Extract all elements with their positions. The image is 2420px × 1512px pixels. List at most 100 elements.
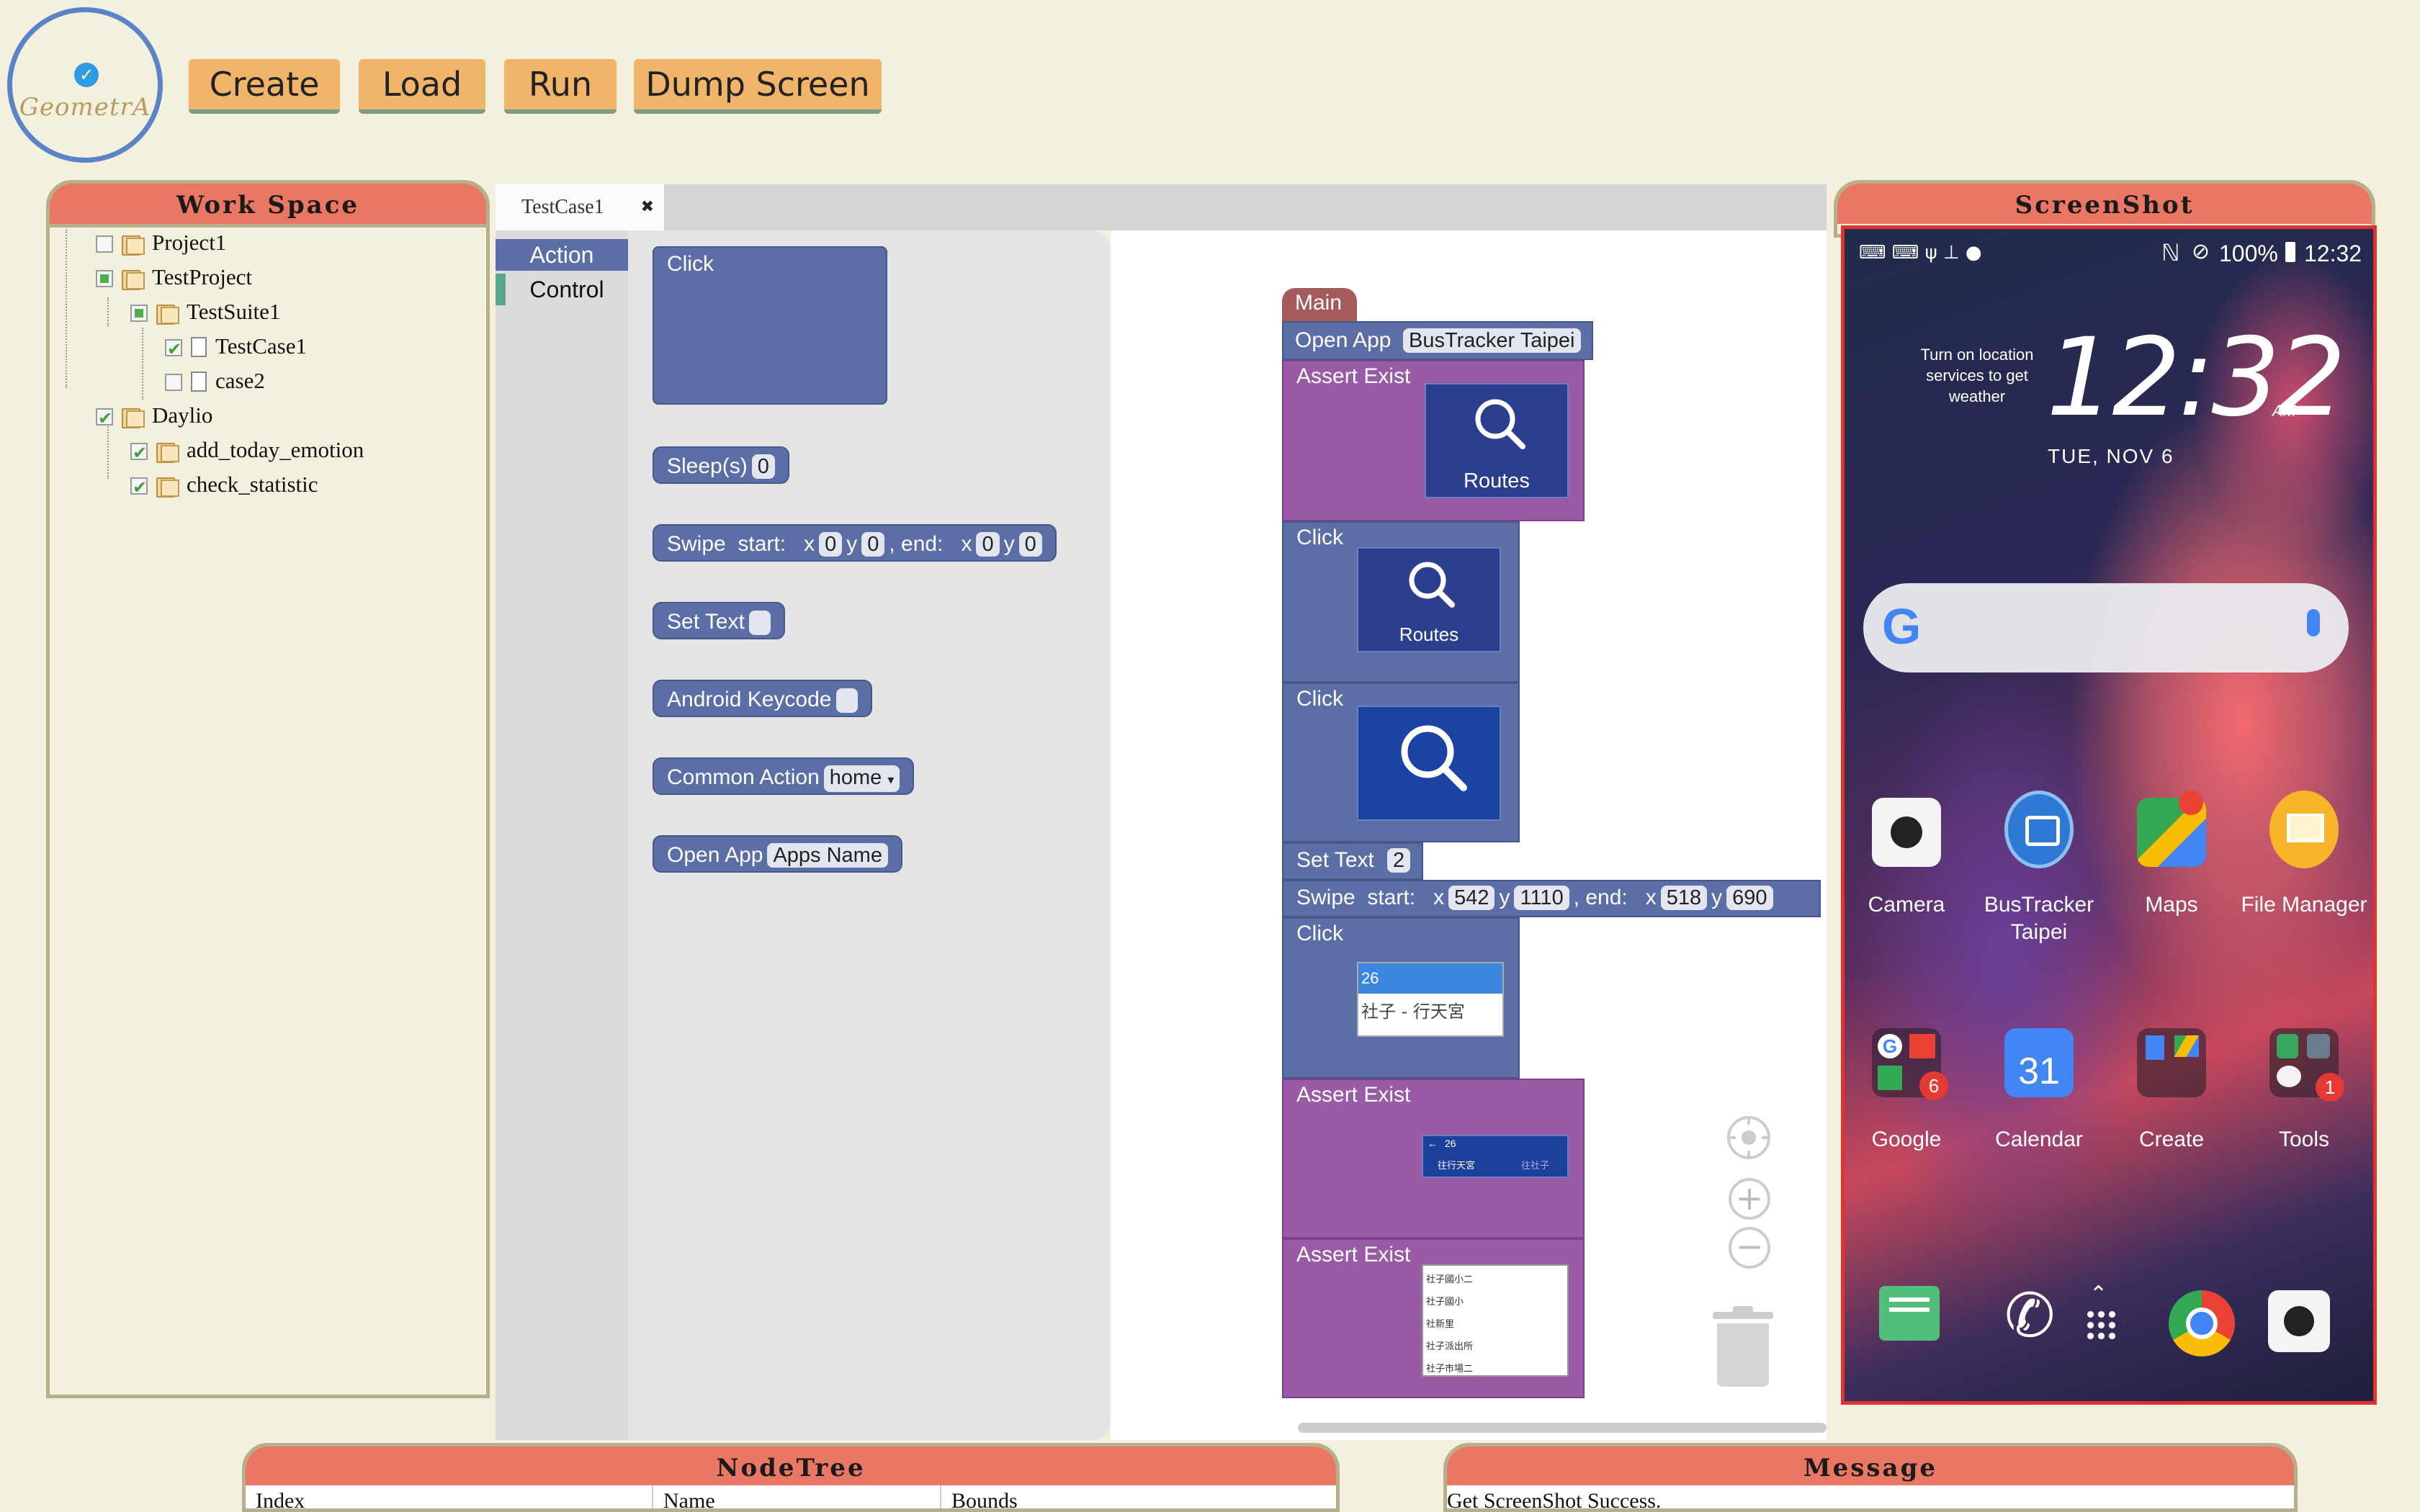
tree-item-add-today-emotion[interactable]: add_today_emotion [130,434,364,469]
flyout-openapp-block[interactable]: Open App Apps Name [653,835,902,873]
app-drawer-icon[interactable] [2085,1309,2117,1341]
app-label: Calendar [1995,1128,2083,1151]
tree-item-testsuite1[interactable]: TestSuite1 [130,296,280,328]
tree-item-project1[interactable]: Project1 [96,227,226,258]
main-block[interactable]: Main [1282,288,1357,321]
column-header-name[interactable]: Name [653,1485,941,1508]
click-block[interactable]: Click Routes [1282,521,1520,683]
close-icon[interactable]: ✖ [641,184,654,230]
workspace-tree [50,184,486,1395]
block-label: Assert Exist [1296,1243,1411,1266]
tree-item-daylio[interactable]: Daylio [96,400,212,434]
click-block[interactable]: Click [1282,683,1520,842]
flyout-common-action-block[interactable]: Common Action home ▾ [653,757,915,795]
checkbox[interactable] [165,374,182,391]
click-block[interactable]: Click 26 社子 - 行天宮 [1282,917,1520,1079]
battery-percent: 100% [2219,240,2278,266]
toolbox-category-control[interactable]: Control [496,274,628,305]
checkbox[interactable] [165,333,182,365]
dump-screen-button[interactable]: Dump Screen [634,59,882,114]
calendar-icon[interactable]: 31 [2004,1028,2074,1097]
checkbox[interactable] [96,402,113,434]
chrome-icon[interactable] [2169,1290,2235,1356]
messages-icon[interactable] [1879,1286,1940,1341]
zoom-out-icon[interactable]: − [1729,1227,1770,1269]
flyout-settext-block[interactable]: Set Text [653,602,785,639]
swipe-x-field[interactable]: 542 [1448,886,1495,910]
flyout-sleep-block[interactable]: Sleep(s) 0 [653,446,789,484]
no-signal-icon: ⊘ [2192,239,2210,264]
tree-item-testproject[interactable]: TestProject [96,261,252,293]
flyout-click-block[interactable]: Click [653,246,887,405]
check-icon: ✓ [74,63,99,87]
swipe-end-x-field[interactable]: 518 [1660,886,1708,910]
trash-icon[interactable] [1713,1306,1773,1387]
horizontal-scrollbar[interactable] [1298,1423,1827,1433]
chevron-down-icon: ▾ [887,773,895,787]
common-action-dropdown[interactable]: home ▾ [823,765,900,792]
camera-icon[interactable] [2268,1290,2330,1352]
create-button[interactable]: Create [189,59,340,114]
assert-exist-block[interactable]: Assert Exist Routes [1282,360,1585,521]
tree-item-testcase1[interactable]: TestCase1 [165,330,307,365]
flyout-keycode-block[interactable]: Android Keycode [653,680,872,717]
swipe-end-y-field[interactable]: 690 [1726,886,1773,910]
element-thumbnail [1357,706,1501,821]
block-label: Android Keycode [667,688,832,711]
column-header-bounds[interactable]: Bounds [941,1485,1336,1508]
column-header-index[interactable]: Index [246,1485,653,1508]
assert-exist-block[interactable]: Assert Exist ← 26 往行天宮 往社子 [1282,1079,1585,1238]
swipe-y-field[interactable]: 0 [861,532,885,557]
keycode-field[interactable] [835,688,858,714]
google-search-bar[interactable]: G [1863,583,2349,672]
create-folder-icon[interactable] [2137,1028,2206,1097]
run-button[interactable]: Run [504,59,617,114]
swipe-block[interactable]: Swipe start: x 542 y 1110, end: x 518 y 690 [1282,880,1821,917]
calendar-day: 31 [2018,1050,2060,1092]
checkbox[interactable] [96,235,113,253]
workspace-panel: Work Space Project1 TestProject TestSuit… [46,180,490,1398]
file-manager-icon[interactable] [2269,791,2339,868]
thumbnail-caption: Routes [1464,469,1530,492]
toolbox-category-action[interactable]: Action [496,239,628,271]
zoom-in-icon[interactable]: + [1729,1178,1770,1220]
swipe-y-field[interactable]: 1110 [1514,886,1569,910]
checkbox[interactable] [96,270,113,287]
assert-exist-block[interactable]: Assert Exist 社子國小二 社子國小 社新里 社子派出所 社子市場二 [1282,1238,1585,1398]
tree-item-case2[interactable]: case2 [165,365,265,397]
device-screenshot[interactable]: ⌨ ⌨ ψ ⊥ ● ℕ ⊘ 100% 12:32 Turn on locatio… [1841,225,2377,1405]
folder-icon [156,303,179,325]
mic-icon[interactable] [2307,609,2320,636]
bustracker-icon[interactable] [2004,791,2074,868]
checkbox[interactable] [130,305,148,322]
load-button[interactable]: Load [359,59,485,114]
notification-badge: 6 [1919,1071,1948,1100]
status-notification-icons: ⌨ ⌨ ψ ⊥ ● [1859,242,1982,264]
recenter-icon[interactable] [1727,1116,1770,1159]
thumbnail-list-item: 社子市場二 [1426,1364,1474,1374]
thumbnail-list-item: 社子國小 [1426,1297,1464,1308]
flyout-swipe-block[interactable]: Swipe start: x0y0, end: x0y0 [653,524,1057,562]
swipe-end-x-field[interactable]: 0 [976,532,1000,557]
phone-icon[interactable]: ✆ [2004,1280,2055,1351]
tab-bar [496,184,1827,230]
checkbox[interactable] [130,437,148,469]
checkbox[interactable] [130,472,148,503]
workspace-canvas[interactable]: Main Open App BusTracker Taipei Assert E… [1111,230,1827,1440]
maps-icon[interactable] [2137,791,2206,867]
nodetree-title: NodeTree [246,1446,1336,1485]
open-app-field[interactable]: Apps Name [767,843,888,868]
camera-icon[interactable] [1872,798,1941,867]
chevron-up-icon[interactable]: ⌃ [2089,1282,2107,1307]
open-app-field[interactable]: BusTracker Taipei [1403,328,1581,353]
tree-item-check-statistic[interactable]: check_statistic [130,469,318,503]
tab-testcase1[interactable]: TestCase1 ✖ [496,184,664,230]
open-app-block[interactable]: Open App BusTracker Taipei [1282,321,1593,360]
set-text-field[interactable]: 2 [1387,848,1411,873]
set-text-block[interactable]: Set Text 2 [1282,842,1423,880]
swipe-end-y-field[interactable]: 0 [1018,532,1042,557]
swipe-x-field[interactable]: 0 [819,532,843,557]
sleep-field[interactable]: 0 [751,454,775,479]
settext-field[interactable] [748,611,771,636]
tree-item-label: TestCase1 [215,333,307,359]
